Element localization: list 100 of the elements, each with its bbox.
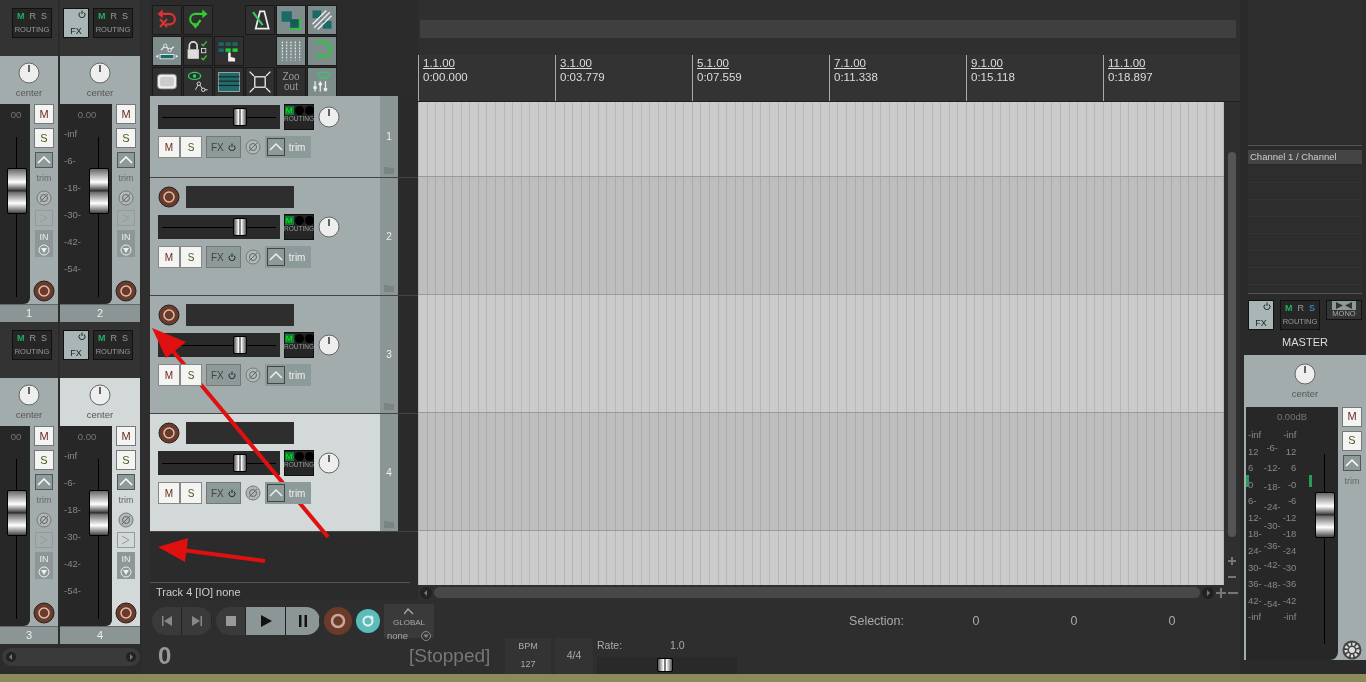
envelope-icon[interactable] xyxy=(35,152,53,169)
mixer-scrollbar[interactable] xyxy=(2,648,140,666)
toolbar-button[interactable] xyxy=(183,36,213,66)
toolbar-button[interactable] xyxy=(307,36,337,66)
zoom-out-button[interactable]: Zoo out xyxy=(276,67,306,97)
tempo-box[interactable]: BPM 127 xyxy=(505,638,551,674)
solo-button[interactable]: S xyxy=(34,128,54,149)
solo-button[interactable]: S xyxy=(34,450,54,471)
solo-button[interactable]: S xyxy=(180,136,202,158)
knob[interactable] xyxy=(318,216,340,238)
knob[interactable] xyxy=(318,106,340,128)
knob[interactable] xyxy=(18,62,40,84)
toolbar-button[interactable] xyxy=(245,5,275,35)
pause-button[interactable] xyxy=(286,607,320,635)
record-arm-icon[interactable] xyxy=(158,304,180,326)
scroll-left-icon[interactable] xyxy=(420,586,432,599)
solo-button[interactable]: S xyxy=(116,450,136,471)
volume-fader[interactable] xyxy=(158,451,280,475)
solo-button[interactable]: S xyxy=(180,246,202,268)
fx-button[interactable]: FX xyxy=(206,364,241,386)
mute-button[interactable]: M xyxy=(116,104,136,125)
envelope-mode-button[interactable]: GLOBAL none xyxy=(384,604,434,638)
toolbar-button[interactable] xyxy=(276,5,306,35)
input-channel-field[interactable]: Channel 1 / Channel xyxy=(1248,150,1362,164)
phase-icon[interactable] xyxy=(36,511,52,528)
track-lane[interactable] xyxy=(418,295,1224,413)
solo-button[interactable]: S xyxy=(180,364,202,386)
knob[interactable] xyxy=(89,384,111,406)
mute-button[interactable]: M xyxy=(158,364,180,386)
mute-button[interactable]: M xyxy=(34,104,54,125)
fader-thumb[interactable] xyxy=(89,489,109,536)
volume-fader[interactable] xyxy=(158,105,280,129)
mute-button[interactable]: M xyxy=(116,426,136,447)
record-arm-icon[interactable] xyxy=(158,186,180,208)
toolbar-button[interactable] xyxy=(307,67,337,97)
envelope-icon[interactable] xyxy=(1343,454,1361,471)
toolbar-button[interactable] xyxy=(276,36,306,66)
phase-icon[interactable] xyxy=(36,189,52,206)
fx-button[interactable]: FX xyxy=(63,8,89,38)
toolbar-button[interactable] xyxy=(307,5,337,35)
mute-button[interactable]: M xyxy=(158,136,180,158)
toolbar-button[interactable] xyxy=(214,67,244,97)
phase-icon[interactable] xyxy=(244,367,261,383)
track-lane[interactable] xyxy=(418,413,1224,531)
rate-slider[interactable] xyxy=(597,656,737,674)
toolbar-button[interactable] xyxy=(183,5,213,35)
play-button[interactable] xyxy=(246,607,286,635)
envelope-icon[interactable] xyxy=(35,474,53,491)
toolbar-button[interactable] xyxy=(214,36,244,66)
track-lane[interactable] xyxy=(418,177,1224,295)
fx-button[interactable]: FX xyxy=(206,136,241,158)
fader-thumb[interactable] xyxy=(1315,491,1335,538)
phase-icon[interactable] xyxy=(244,485,261,501)
record-arm-icon[interactable] xyxy=(158,422,180,444)
fader-thumb[interactable] xyxy=(232,218,247,236)
track-name-field[interactable] xyxy=(186,186,294,208)
fx-button[interactable]: FX xyxy=(206,482,241,504)
horizontal-scrollbar[interactable] xyxy=(434,587,1200,598)
envelope-icon[interactable] xyxy=(117,474,135,491)
scroll-right-icon[interactable] xyxy=(126,652,136,662)
scroll-right-icon[interactable] xyxy=(1202,586,1214,599)
envelope-icon[interactable] xyxy=(117,152,135,169)
phase-icon[interactable] xyxy=(118,189,134,206)
mute-button[interactable]: M xyxy=(34,426,54,447)
toolbar-button[interactable] xyxy=(183,67,213,97)
fx-button[interactable]: FX xyxy=(206,246,241,268)
mute-button[interactable]: M xyxy=(1342,406,1362,427)
toolbar-button[interactable] xyxy=(245,67,275,97)
time-signature[interactable]: 4/4 xyxy=(555,638,593,674)
mute-button[interactable]: M xyxy=(158,246,180,268)
knob[interactable] xyxy=(318,452,340,474)
go-to-start-button[interactable] xyxy=(152,607,182,635)
track-name-field[interactable] xyxy=(186,304,294,326)
repeat-button[interactable] xyxy=(356,609,380,633)
fx-button[interactable]: FX xyxy=(63,330,89,360)
phase-icon[interactable] xyxy=(118,511,134,528)
fader-thumb[interactable] xyxy=(7,167,27,214)
knob[interactable] xyxy=(18,384,40,406)
track-lane[interactable] xyxy=(418,102,1224,177)
mute-button[interactable]: M xyxy=(158,482,180,504)
record-button[interactable] xyxy=(324,607,352,635)
stop-button[interactable] xyxy=(216,607,246,635)
zoom-out-icon[interactable] xyxy=(1228,573,1236,581)
scroll-left-icon[interactable] xyxy=(6,652,16,662)
fader-thumb[interactable] xyxy=(232,108,247,126)
knob[interactable] xyxy=(318,334,340,356)
phase-icon[interactable] xyxy=(244,249,261,265)
zoom-in-icon[interactable] xyxy=(1228,557,1236,565)
solo-button[interactable]: S xyxy=(116,128,136,149)
knob[interactable] xyxy=(1294,362,1316,385)
slider-thumb[interactable] xyxy=(656,657,673,672)
record-arm-icon[interactable] xyxy=(115,280,137,302)
toolbar-button[interactable] xyxy=(152,67,182,97)
fader-thumb[interactable] xyxy=(7,489,27,536)
phase-icon[interactable] xyxy=(244,139,261,155)
record-arm-icon[interactable] xyxy=(33,280,55,302)
record-arm-icon[interactable] xyxy=(115,602,137,624)
record-arm-icon[interactable] xyxy=(33,602,55,624)
gear-icon[interactable] xyxy=(1342,640,1362,660)
go-to-end-button[interactable] xyxy=(182,607,212,635)
